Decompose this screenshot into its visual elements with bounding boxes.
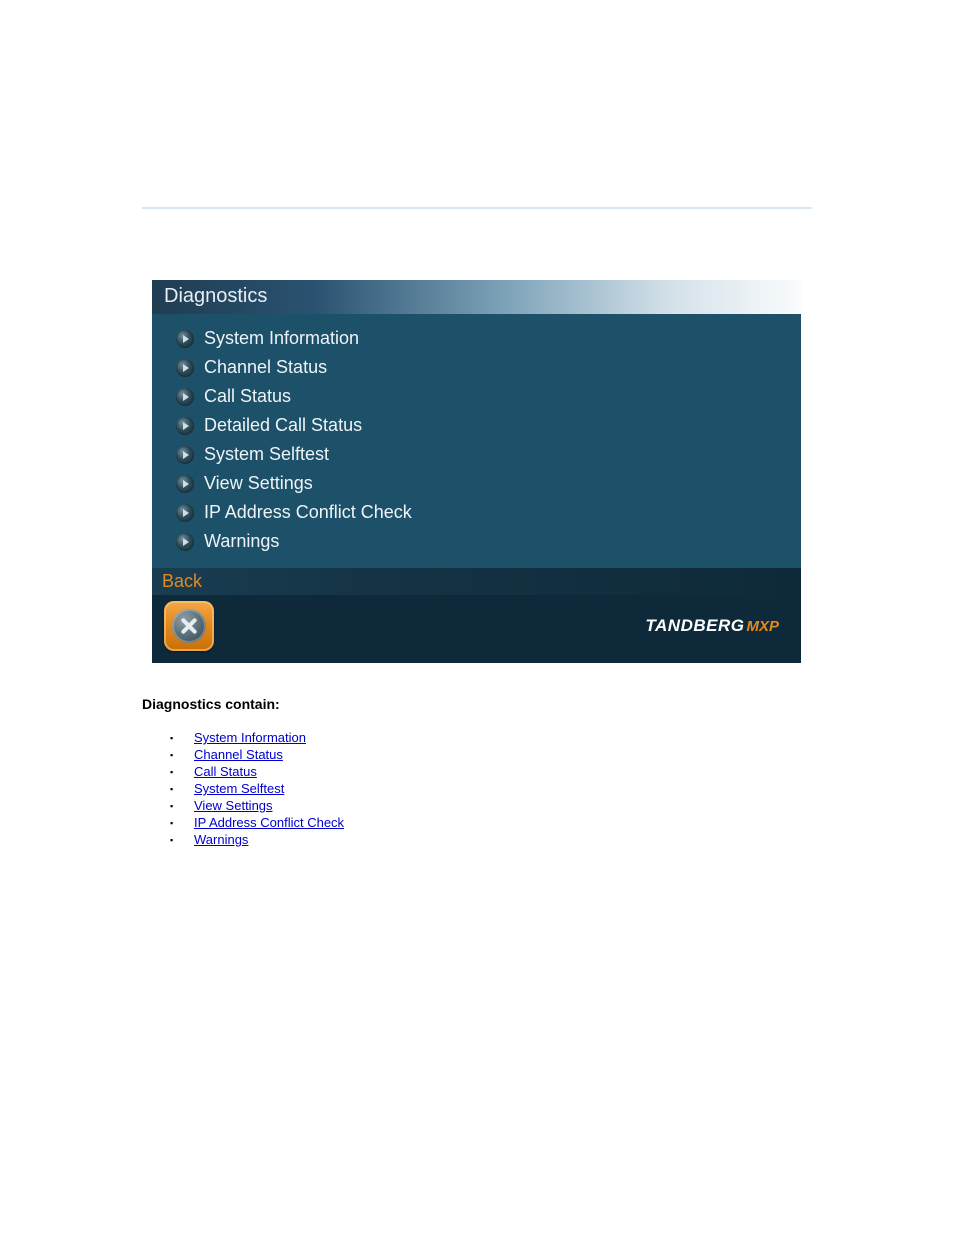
menu-item-label: View Settings bbox=[204, 473, 313, 494]
footer-row: TANDBERGMXP bbox=[152, 595, 801, 663]
list-item: IP Address Conflict Check bbox=[170, 814, 344, 831]
menu-item-detailed-call-status[interactable]: Detailed Call Status bbox=[176, 411, 801, 440]
list-item: System Information bbox=[170, 729, 344, 746]
brand: TANDBERGMXP bbox=[645, 616, 779, 636]
play-icon bbox=[176, 475, 194, 493]
menu-list: System Information Channel Status Call S… bbox=[152, 314, 801, 568]
brand-suffix: MXP bbox=[746, 618, 779, 635]
play-icon bbox=[176, 330, 194, 348]
diagnostics-heading: Diagnostics contain: bbox=[142, 696, 280, 712]
menu-item-label: IP Address Conflict Check bbox=[204, 502, 412, 523]
list-item: System Selftest bbox=[170, 780, 344, 797]
menu-item-channel-status[interactable]: Channel Status bbox=[176, 353, 801, 382]
menu-item-view-settings[interactable]: View Settings bbox=[176, 469, 801, 498]
link-view-settings[interactable]: View Settings bbox=[194, 798, 273, 813]
list-item: View Settings bbox=[170, 797, 344, 814]
play-icon bbox=[176, 504, 194, 522]
diagnostics-link-list: System Information Channel Status Call S… bbox=[170, 729, 344, 848]
play-icon bbox=[176, 417, 194, 435]
list-item: Channel Status bbox=[170, 746, 344, 763]
brand-name: TANDBERG bbox=[645, 616, 744, 635]
menu-item-warnings[interactable]: Warnings bbox=[176, 527, 801, 556]
panel-footer: Back TANDBERGMXP bbox=[152, 568, 801, 663]
menu-item-system-selftest[interactable]: System Selftest bbox=[176, 440, 801, 469]
list-item: Warnings bbox=[170, 831, 344, 848]
list-item: Call Status bbox=[170, 763, 344, 780]
diagnostics-panel: Diagnostics System Information Channel S… bbox=[152, 280, 801, 658]
menu-item-system-information[interactable]: System Information bbox=[176, 324, 801, 353]
menu-item-label: Call Status bbox=[204, 386, 291, 407]
menu-item-label: Warnings bbox=[204, 531, 279, 552]
link-ip-address-conflict-check[interactable]: IP Address Conflict Check bbox=[194, 815, 344, 830]
menu-item-label: Channel Status bbox=[204, 357, 327, 378]
divider bbox=[142, 207, 812, 209]
back-label: Back bbox=[152, 568, 801, 595]
play-icon bbox=[176, 359, 194, 377]
menu-item-label: Detailed Call Status bbox=[204, 415, 362, 436]
link-channel-status[interactable]: Channel Status bbox=[194, 747, 283, 762]
menu-item-call-status[interactable]: Call Status bbox=[176, 382, 801, 411]
link-system-information[interactable]: System Information bbox=[194, 730, 306, 745]
link-call-status[interactable]: Call Status bbox=[194, 764, 257, 779]
menu-item-label: System Information bbox=[204, 328, 359, 349]
panel-title: Diagnostics bbox=[152, 280, 801, 314]
back-button[interactable] bbox=[164, 601, 214, 651]
link-system-selftest[interactable]: System Selftest bbox=[194, 781, 284, 796]
close-icon bbox=[172, 609, 206, 643]
play-icon bbox=[176, 446, 194, 464]
menu-item-ip-address-conflict-check[interactable]: IP Address Conflict Check bbox=[176, 498, 801, 527]
link-warnings[interactable]: Warnings bbox=[194, 832, 248, 847]
play-icon bbox=[176, 533, 194, 551]
menu-item-label: System Selftest bbox=[204, 444, 329, 465]
play-icon bbox=[176, 388, 194, 406]
